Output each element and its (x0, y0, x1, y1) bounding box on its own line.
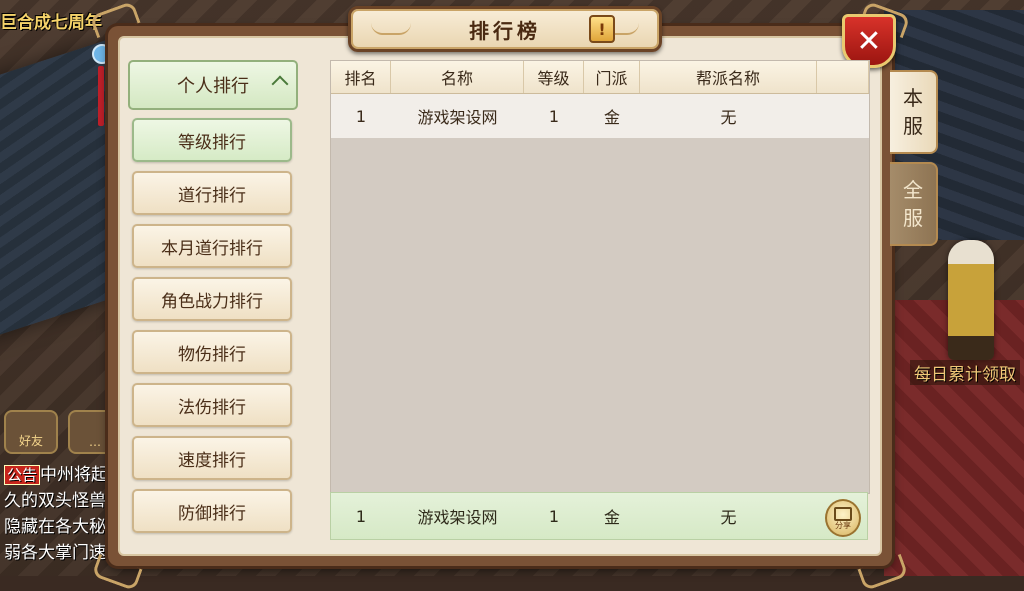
title-plate: 排行榜 ! (348, 6, 662, 52)
chat-log[interactable]: 公告 中州将起 久的双头怪兽 隐藏在各大秘 弱各大掌门速 (4, 462, 112, 566)
tab-this-server[interactable]: 本 服 (890, 70, 938, 154)
page-title: 排行榜 (469, 18, 541, 43)
category-list: 个人排行 等级排行 道行排行 本月道行排行 角色战力排行 物伤排行 法伤排行 速… (128, 60, 300, 542)
cell-level: 1 (548, 106, 560, 126)
category-level[interactable]: 等级排行 (132, 118, 292, 162)
my-guild: 无 (720, 508, 737, 527)
share-label: 分享 (835, 520, 851, 530)
category-defense[interactable]: 防御排行 (132, 489, 292, 533)
my-level: 1 (548, 506, 560, 526)
table-header: 排名 名称 等级 门派 帮派名称 (331, 61, 869, 94)
friends-button[interactable]: 好友 (4, 410, 58, 454)
my-rank: 1 (355, 506, 367, 526)
chevron-up-icon (271, 75, 289, 93)
category-physical-damage[interactable]: 物伤排行 (132, 330, 292, 374)
share-button[interactable]: 分享 (825, 499, 861, 537)
column-rank: 排名 (331, 61, 391, 93)
column-guild: 帮派名称 (640, 61, 817, 93)
cell-name: 游戏架设网 (417, 108, 498, 127)
column-level: 等级 (524, 61, 584, 93)
category-speed[interactable]: 速度排行 (132, 436, 292, 480)
my-rank-row[interactable]: 1 游戏架设网 1 金 无 分享 (330, 492, 868, 540)
announcement-tag: 公告 (4, 465, 41, 485)
category-monthly-daoxing[interactable]: 本月道行排行 (132, 224, 292, 268)
cell-guild: 无 (720, 108, 737, 127)
chat-line: 中州将起 (40, 465, 109, 485)
cell-rank: 1 (355, 106, 367, 126)
column-school: 门派 (584, 61, 640, 93)
daily-reward-hint[interactable]: 每日累计领取 (910, 360, 1020, 385)
chat-line: 久的双头怪兽 (4, 491, 106, 511)
category-combat-power[interactable]: 角色战力排行 (132, 277, 292, 321)
category-group-personal[interactable]: 个人排行 (128, 60, 298, 110)
cell-school: 金 (603, 108, 620, 127)
ranking-table[interactable]: 排名 名称 等级 门派 帮派名称 1 游戏架设网 1 金 无 (330, 60, 870, 494)
info-icon[interactable]: ! (589, 15, 615, 43)
category-daoxing[interactable]: 道行排行 (132, 171, 292, 215)
chat-shortcuts: 好友 … (4, 410, 122, 454)
event-banner-text[interactable]: 巨合成七周年 (0, 8, 102, 33)
my-name: 游戏架设网 (417, 508, 498, 527)
npc-character[interactable] (948, 240, 994, 360)
chat-line: 隐藏在各大秘 (4, 517, 106, 537)
category-magic-damage[interactable]: 法伤排行 (132, 383, 292, 427)
category-group-label: 个人排行 (177, 76, 249, 97)
share-icon (834, 506, 852, 521)
tab-all-servers[interactable]: 全 服 (890, 162, 938, 246)
my-school: 金 (603, 508, 620, 527)
column-name: 名称 (391, 61, 524, 93)
table-row[interactable]: 1 游戏架设网 1 金 无 (331, 94, 869, 138)
